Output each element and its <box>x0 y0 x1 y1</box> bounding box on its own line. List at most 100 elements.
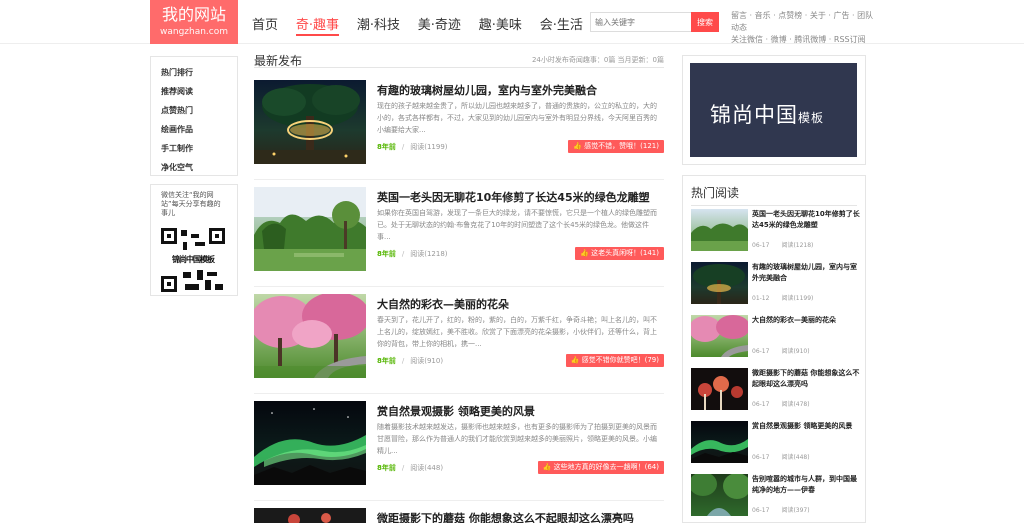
article-item: 英国一老头因无聊花10年修剪了长达45米的绿色龙雕塑 如果你在英国自驾游，发现了… <box>254 187 664 287</box>
hot-date: 06-17 <box>752 242 770 249</box>
nav-chaokeji[interactable]: 潮·科技 <box>357 14 400 33</box>
article-meta: 8年前 / 阅读(910) <box>377 357 444 365</box>
hot-thumbnail[interactable] <box>691 368 748 410</box>
latest-section: 最新发布 24小时发布奇闻趣事：0篇 当月更新：0篇 有趣的玻璃树屋幼儿园，室内… <box>254 50 664 523</box>
article-meta: 8年前 / 阅读(1218) <box>377 250 448 258</box>
search-input[interactable] <box>590 12 692 32</box>
like-button[interactable]: 👍 这老头真闲呀！(141) <box>575 247 664 260</box>
article-time: 8年前 <box>377 143 396 151</box>
article-title[interactable]: 有趣的玻璃树屋幼儿园，室内与室外完美融合 <box>377 82 597 98</box>
hot-item: 赏自然景观摄影 领略更美的风景 06-17 阅读(448) <box>691 421 859 467</box>
search-box: 搜索 <box>590 12 720 32</box>
hot-item: 大自然的彩衣—美丽的花朵 06-17 阅读(910) <box>691 315 859 361</box>
hot-meta: 06-17 阅读(397) <box>752 505 810 514</box>
hot-item: 英国一老头因无聊花10年修剪了长达45米的绿色龙雕塑 06-17 阅读(1218) <box>691 209 860 255</box>
main-nav: 首页 奇·趣事 潮·科技 美·奇迹 趣·美味 会·生活 <box>252 14 597 36</box>
hot-title-link[interactable]: 告别喧嚣的城市与人群，到中国最纯净的地方——伊春 <box>752 474 860 496</box>
article-thumbnail[interactable] <box>254 187 366 271</box>
nav-home[interactable]: 首页 <box>252 14 278 33</box>
logo-domain: wangzhan.com <box>159 27 229 37</box>
article-thumbnail[interactable] <box>254 80 366 164</box>
article-item: 大自然的彩衣—美丽的花朵 春天到了，花儿开了，红的，粉的，紫的，白的，万紫千红，… <box>254 294 664 394</box>
ad-box: 锦尚中国模板 <box>682 55 866 165</box>
latest-title: 最新发布 <box>254 54 303 68</box>
left-menu-item[interactable]: 推荐阅读 <box>161 82 237 101</box>
article-views: 阅读(1218) <box>410 250 448 258</box>
like-label: 这老头真闲呀！(141) <box>591 249 659 257</box>
article-title[interactable]: 大自然的彩衣—美丽的花朵 <box>377 296 509 312</box>
hot-thumbnail[interactable] <box>691 315 748 357</box>
article-item: 微距摄影下的蘑菇 你能想象这么不起眼却这么漂亮吗 <box>254 508 664 523</box>
left-menu-item[interactable]: 净化空气 <box>161 158 237 177</box>
left-menu-item[interactable]: 热门排行 <box>161 63 237 82</box>
hot-thumbnail[interactable] <box>691 209 748 251</box>
hot-thumbnail[interactable] <box>691 474 748 516</box>
article-desc: 春天到了，花儿开了，红的，粉的，紫的，白的，万紫千红，争奇斗艳；叫上名儿的，叫不… <box>377 316 657 348</box>
article-thumbnail[interactable] <box>254 294 366 378</box>
hot-item: 有趣的玻璃树屋幼儿园，室内与室外完美融合 01-12 阅读(1199) <box>691 262 859 308</box>
hot-date: 01-12 <box>752 295 770 302</box>
top-links-line1[interactable]: 留言 · 音乐 · 点赞榜 · 关于 · 广告 · 团队动态 <box>731 10 881 34</box>
like-label: 感觉不错，赞哦！(121) <box>584 142 659 150</box>
article-desc: 现在的孩子越来越金贵了，所以幼儿园也越来越多了，普通的贵族的，公立的私立的，大的… <box>377 102 657 134</box>
left-menu-item[interactable]: 手工制作 <box>161 139 237 158</box>
qr-label: 锦尚中国模板 <box>163 254 223 266</box>
left-menu-item[interactable]: 绘画作品 <box>161 120 237 139</box>
hot-item: 告别喧嚣的城市与人群，到中国最纯净的地方——伊春 06-17 阅读(397) <box>691 474 859 520</box>
article-time: 8年前 <box>377 464 396 472</box>
hot-title-link[interactable]: 英国一老头因无聊花10年修剪了长达45米的绿色龙雕塑 <box>752 209 860 231</box>
hot-meta: 01-12 阅读(1199) <box>752 293 813 302</box>
article-views: 阅读(910) <box>410 357 444 365</box>
like-label: 这些地方真的好像去一趟啊！(64) <box>553 463 659 471</box>
nav-qumeiwei[interactable]: 趣·美味 <box>479 14 522 33</box>
search-button[interactable]: 搜索 <box>691 12 719 32</box>
hot-meta: 06-17 阅读(448) <box>752 452 810 461</box>
nav-qiqushi[interactable]: 奇·趣事 <box>295 14 339 36</box>
left-menu: 热门排行 推荐阅读 点赞热门 绘画作品 手工制作 净化空气 <box>150 56 238 176</box>
hot-title-link[interactable]: 赏自然景观摄影 领略更美的风景 <box>752 421 860 432</box>
article-thumbnail[interactable] <box>254 401 366 485</box>
hot-views: 阅读(478) <box>781 401 810 408</box>
hot-meta: 06-17 阅读(910) <box>752 346 810 355</box>
hot-title-link[interactable]: 大自然的彩衣—美丽的花朵 <box>752 315 860 326</box>
article-title[interactable]: 微距摄影下的蘑菇 你能想象这么不起眼却这么漂亮吗 <box>377 510 634 523</box>
site-logo[interactable]: 我的网站 wangzhan.com <box>150 0 238 44</box>
like-button[interactable]: 👍 感觉不错你就赞吧！(79) <box>565 354 664 367</box>
hot-thumbnail[interactable] <box>691 421 748 463</box>
latest-info: 24小时发布奇闻趣事：0篇 当月更新：0篇 <box>531 56 664 64</box>
hot-date: 06-17 <box>752 507 770 514</box>
hot-date: 06-17 <box>752 348 770 355</box>
banner-text: 锦尚中国模板 <box>710 99 824 129</box>
qr-code-icon: 锦尚中国模板 <box>161 228 225 292</box>
hot-views: 阅读(1199) <box>781 295 814 302</box>
thumbs-up-icon: 👍 <box>542 463 554 471</box>
hot-meta: 06-17 阅读(1218) <box>752 240 813 249</box>
hot-title-link[interactable]: 有趣的玻璃树屋幼儿园，室内与室外完美融合 <box>752 262 860 284</box>
wechat-text: 微信关注“我的网站”每天分享有趣的事儿 <box>161 191 221 217</box>
nav-huishenghuo[interactable]: 会·生活 <box>540 14 583 33</box>
hot-meta: 06-17 阅读(478) <box>752 399 810 408</box>
nav-meiqiji[interactable]: 美·奇迹 <box>418 14 461 33</box>
like-label: 感觉不错你就赞吧！(79) <box>581 356 659 364</box>
article-title[interactable]: 赏自然景观摄影 领略更美的风景 <box>377 403 535 419</box>
hot-title-link[interactable]: 微距摄影下的蘑菇 你能想象这么不起眼却这么漂亮吗 <box>752 368 860 390</box>
left-menu-item[interactable]: 点赞热门 <box>161 101 237 120</box>
top-links: 留言 · 音乐 · 点赞榜 · 关于 · 广告 · 团队动态 关注微信 · 微博… <box>731 10 881 46</box>
like-button[interactable]: 👍 感觉不错，赞哦！(121) <box>568 140 664 153</box>
banner-big: 锦尚中国 <box>710 103 798 127</box>
logo-title: 我的网站 <box>161 5 226 24</box>
ad-banner[interactable]: 锦尚中国模板 <box>690 63 857 157</box>
hot-item: 微距摄影下的蘑菇 你能想象这么不起眼却这么漂亮吗 06-17 阅读(478) <box>691 368 859 414</box>
thumbs-up-icon: 👍 <box>570 356 582 364</box>
hot-title: 热门阅读 <box>691 184 857 206</box>
hot-thumbnail[interactable] <box>691 262 748 304</box>
hot-views: 阅读(397) <box>781 507 810 514</box>
hot-reading: 热门阅读 英国一老头因无聊花10年修剪了长达45米的绿色龙雕塑 06-17 阅读(… <box>682 175 866 523</box>
like-button[interactable]: 👍 这些地方真的好像去一趟啊！(64) <box>537 461 664 474</box>
article-views: 阅读(1199) <box>410 143 448 151</box>
article-title[interactable]: 英国一老头因无聊花10年修剪了长达45米的绿色龙雕塑 <box>377 189 650 205</box>
article-thumbnail[interactable] <box>254 508 366 523</box>
top-links-line2[interactable]: 关注微信 · 微博 · 腾讯微博 · RSS订阅 <box>731 34 881 46</box>
article-views: 阅读(448) <box>410 464 444 472</box>
latest-header: 最新发布 24小时发布奇闻趣事：0篇 当月更新：0篇 <box>254 50 664 68</box>
